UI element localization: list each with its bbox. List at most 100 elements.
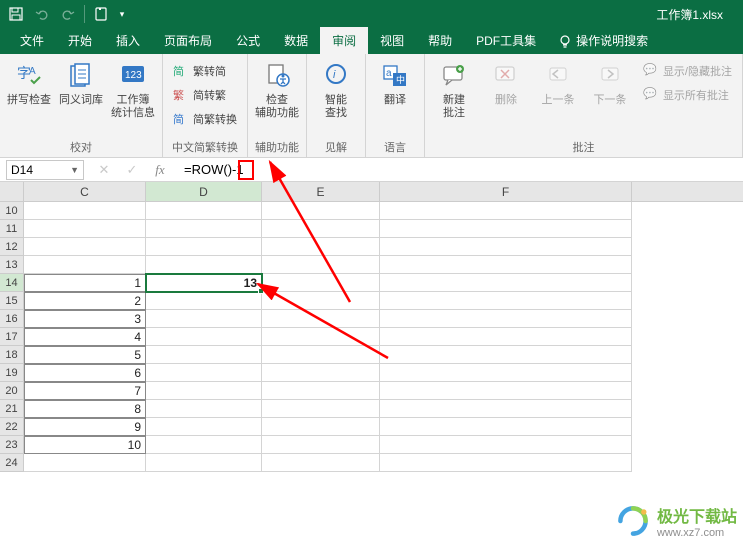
cell-E20[interactable] [262,382,380,400]
cell-E21[interactable] [262,400,380,418]
cell-E12[interactable] [262,238,380,256]
cell-E24[interactable] [262,454,380,472]
show-all-comments-button[interactable]: 💬显示所有批注 [639,84,736,106]
column-header-E[interactable]: E [262,182,380,201]
tab-home[interactable]: 开始 [56,27,104,54]
cell-E10[interactable] [262,202,380,220]
new-comment-button[interactable]: 新建 批注 [431,58,477,120]
row-header-24[interactable]: 24 [0,454,24,472]
cell-E23[interactable] [262,436,380,454]
fill-handle[interactable] [258,288,264,294]
cell-E22[interactable] [262,418,380,436]
row-header-17[interactable]: 17 [0,328,24,346]
show-hide-comment-button[interactable]: 💬显示/隐藏批注 [639,60,736,82]
tab-view[interactable]: 视图 [368,27,416,54]
spell-check-button[interactable]: 字A 拼写检查 [6,58,52,107]
qat-customize-dropdown[interactable]: ▾ [115,3,129,25]
cell-D11[interactable] [146,220,262,238]
cell-F12[interactable] [380,238,632,256]
tab-data[interactable]: 数据 [272,27,320,54]
cell-D16[interactable] [146,310,262,328]
cell-D12[interactable] [146,238,262,256]
cell-D24[interactable] [146,454,262,472]
column-header-C[interactable]: C [24,182,146,201]
simp-trad-convert-button[interactable]: 简简繁转换 [169,108,241,130]
tab-file[interactable]: 文件 [8,27,56,54]
cell-C12[interactable] [24,238,146,256]
row-header-14[interactable]: 14 [0,274,24,292]
cell-E11[interactable] [262,220,380,238]
cell-C15[interactable]: 2 [24,292,146,310]
tab-help[interactable]: 帮助 [416,27,464,54]
cell-C23[interactable]: 10 [24,436,146,454]
cell-F21[interactable] [380,400,632,418]
cell-F19[interactable] [380,364,632,382]
trad-to-simp-button[interactable]: 简繁转简 [169,60,241,82]
cell-E17[interactable] [262,328,380,346]
cell-D17[interactable] [146,328,262,346]
save-button[interactable] [4,3,28,25]
cell-C17[interactable]: 4 [24,328,146,346]
tell-me-search[interactable]: 操作说明搜索 [548,27,658,54]
tab-review[interactable]: 审阅 [320,27,368,54]
cell-D18[interactable] [146,346,262,364]
tab-page-layout[interactable]: 页面布局 [152,27,224,54]
formula-input[interactable]: =ROW()-1 [180,162,743,177]
row-header-19[interactable]: 19 [0,364,24,382]
cell-E19[interactable] [262,364,380,382]
redo-button[interactable] [56,3,80,25]
cell-C20[interactable]: 7 [24,382,146,400]
row-header-18[interactable]: 18 [0,346,24,364]
select-all-corner[interactable] [0,182,24,201]
cell-D10[interactable] [146,202,262,220]
cell-C18[interactable]: 5 [24,346,146,364]
cell-F20[interactable] [380,382,632,400]
check-accessibility-button[interactable]: 检查 辅助功能 [254,58,300,120]
cell-F24[interactable] [380,454,632,472]
row-header-23[interactable]: 23 [0,436,24,454]
row-header-15[interactable]: 15 [0,292,24,310]
smart-lookup-button[interactable]: i 智能 查找 [313,58,359,120]
cell-F16[interactable] [380,310,632,328]
cell-D21[interactable] [146,400,262,418]
cell-F14[interactable] [380,274,632,292]
cell-C24[interactable] [24,454,146,472]
cell-F15[interactable] [380,292,632,310]
column-header-F[interactable]: F [380,182,632,201]
cell-C11[interactable] [24,220,146,238]
thesaurus-button[interactable]: 同义词库 [58,58,104,107]
cell-F22[interactable] [380,418,632,436]
row-header-13[interactable]: 13 [0,256,24,274]
prev-comment-button[interactable]: 上一条 [535,58,581,107]
cell-C22[interactable]: 9 [24,418,146,436]
cell-C16[interactable]: 3 [24,310,146,328]
insert-function-button[interactable]: fx [150,160,170,180]
cell-F18[interactable] [380,346,632,364]
cell-C13[interactable] [24,256,146,274]
cell-C14[interactable]: 1 [24,274,146,292]
column-header-D[interactable]: D [146,182,262,201]
tab-pdf-tools[interactable]: PDF工具集 [464,27,548,54]
cell-D14[interactable]: 13 [146,274,262,292]
cell-C10[interactable] [24,202,146,220]
cell-C19[interactable]: 6 [24,364,146,382]
row-header-10[interactable]: 10 [0,202,24,220]
row-header-20[interactable]: 20 [0,382,24,400]
row-header-16[interactable]: 16 [0,310,24,328]
row-header-12[interactable]: 12 [0,238,24,256]
touch-mode-button[interactable] [89,3,113,25]
cell-F23[interactable] [380,436,632,454]
cell-E16[interactable] [262,310,380,328]
cell-E13[interactable] [262,256,380,274]
next-comment-button[interactable]: 下一条 [587,58,633,107]
translate-button[interactable]: a中 翻译 [372,58,418,107]
cell-F17[interactable] [380,328,632,346]
cell-E15[interactable] [262,292,380,310]
row-header-11[interactable]: 11 [0,220,24,238]
cell-D19[interactable] [146,364,262,382]
simp-to-trad-button[interactable]: 繁简转繁 [169,84,241,106]
cell-D20[interactable] [146,382,262,400]
delete-comment-button[interactable]: 删除 [483,58,529,107]
cell-D22[interactable] [146,418,262,436]
cell-F10[interactable] [380,202,632,220]
